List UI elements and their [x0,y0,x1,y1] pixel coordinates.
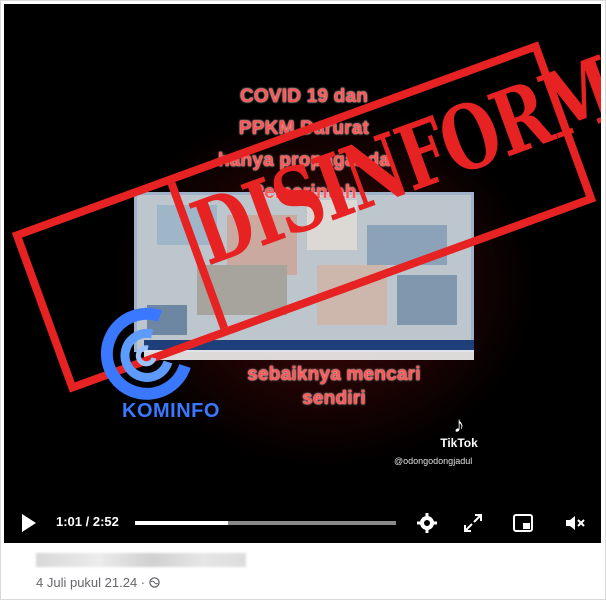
video-controls: 1:01 / 2:52 [4,502,601,543]
volume-muted-icon[interactable] [564,512,586,534]
play-icon[interactable] [22,514,36,532]
caption-bottom-line-1: sebaiknya mencari [247,364,421,385]
tiktok-handle: @odongodongjadul [394,456,473,466]
fullscreen-icon[interactable] [462,512,484,534]
kominfo-logo-icon [90,296,200,406]
tiktok-icon: ♪ [453,412,465,437]
progress-fill [135,521,228,525]
post-timestamp-text: 4 Juli pukul 21.24 · [36,575,146,590]
post-timestamp[interactable]: 4 Juli pukul 21.24 · [36,575,160,590]
globe-icon [149,576,160,588]
miniplayer-icon[interactable] [512,512,534,534]
tiktok-watermark: ♪ TikTok [429,412,489,451]
post-footer: 4 Juli pukul 21.24 · [4,545,601,598]
tiktok-label: TikTok [440,436,478,450]
time-display: 1:01 / 2:52 [56,514,119,529]
progress-bar[interactable] [135,521,396,525]
video-player[interactable]: COVID 19 dan PPKM Darurat hanya propagan… [4,4,601,543]
blurred-author-name [36,553,246,567]
caption-bottom-line-2: sendiri [302,388,366,409]
settings-icon[interactable] [416,512,438,534]
kominfo-logo-text: KOMINFO [122,400,220,422]
